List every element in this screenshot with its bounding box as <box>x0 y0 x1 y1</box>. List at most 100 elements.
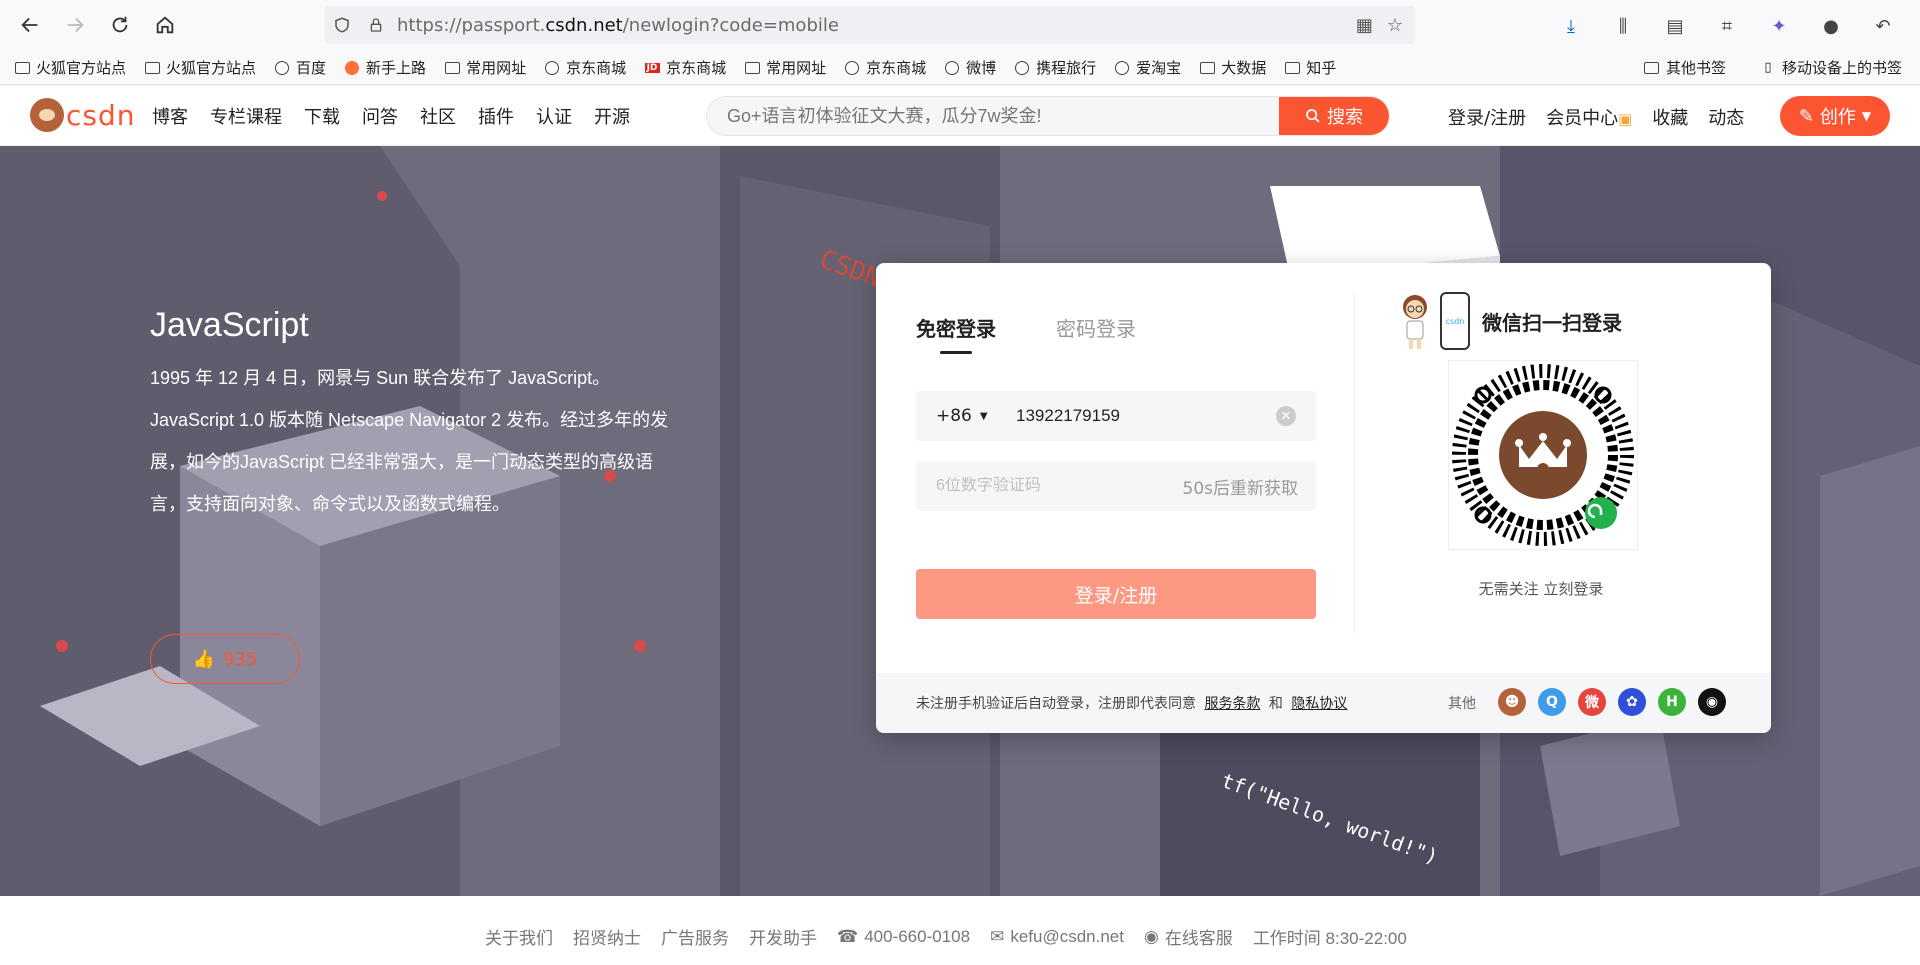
extension-ball-icon[interactable]: ● <box>1815 10 1847 42</box>
page-footer: 关于我们 招贤纳士 广告服务 开发助手 ☎ 400-660-0108 ✉ kefu@… <box>0 896 1920 965</box>
nav-download[interactable]: 下载 <box>304 103 340 129</box>
footer-about[interactable]: 关于我们 <box>485 924 553 949</box>
logo-text: csdn <box>66 98 136 132</box>
footer-online-service[interactable]: ◉ 在线客服 <box>1144 924 1233 949</box>
bookmark-item[interactable]: 百度 <box>274 57 326 78</box>
footer-ads[interactable]: 广告服务 <box>661 924 729 949</box>
baidu-login-icon[interactable]: ✿ <box>1618 688 1646 716</box>
globe-icon <box>274 60 290 75</box>
huawei-login-icon[interactable]: H <box>1658 688 1686 716</box>
search-input[interactable] <box>707 97 1267 135</box>
bookmark-item[interactable]: 微博 <box>944 57 996 78</box>
search-button-label: 搜索 <box>1327 107 1363 128</box>
bookmark-item[interactable]: JD 京东商城 <box>644 57 726 78</box>
favorites-link[interactable]: 收藏 <box>1652 104 1688 130</box>
activity-link[interactable]: 动态 <box>1708 104 1744 130</box>
nav-community[interactable]: 社区 <box>420 103 456 129</box>
bookmark-mobile[interactable]: ▯ 移动设备上的书签 <box>1760 57 1902 78</box>
resend-countdown[interactable]: 50s后重新获取 <box>1183 474 1299 499</box>
bookmark-item[interactable]: 知乎 <box>1284 57 1336 78</box>
nav-courses[interactable]: 专栏课程 <box>210 103 282 129</box>
privacy-link[interactable]: 隐私协议 <box>1291 696 1347 712</box>
tab-sms-login[interactable]: 免密登录 <box>916 313 996 354</box>
nav-qa[interactable]: 问答 <box>362 103 398 129</box>
bookmark-other[interactable]: 其他书签 <box>1644 57 1726 78</box>
globe-icon <box>1114 60 1130 75</box>
download-icon[interactable]: ⤓ <box>1555 10 1587 42</box>
qq-login-icon[interactable]: Q <box>1538 688 1566 716</box>
thumbs-up-icon: 👍 <box>192 648 216 670</box>
screenshot-crop-icon[interactable]: ⌗ <box>1711 10 1743 42</box>
phone-input[interactable] <box>1016 406 1266 426</box>
login-register-button[interactable]: 登录/注册 <box>916 569 1316 619</box>
folder-icon <box>14 61 30 75</box>
bookmark-item[interactable]: 火狐官方站点 <box>144 57 256 78</box>
nav-plugins[interactable]: 插件 <box>478 103 514 129</box>
weibo-login-icon[interactable]: 微 <box>1578 688 1606 716</box>
extension-icon[interactable]: ✦ <box>1763 10 1795 42</box>
gift-icon: ▣ <box>1618 110 1633 128</box>
bookmark-label: 京东商城 <box>866 59 927 77</box>
clear-icon[interactable]: ✕ <box>1276 406 1296 426</box>
top-nav: 博客 专栏课程 下载 问答 社区 插件 认证 开源 <box>152 103 630 129</box>
bookmark-item[interactable]: 携程旅行 <box>1014 57 1096 78</box>
folder-icon <box>744 61 760 75</box>
csdn-logo[interactable]: csdn <box>30 98 136 132</box>
home-icon[interactable] <box>147 7 183 43</box>
pen-icon: ✎ <box>1798 105 1814 127</box>
csdn-app-login-icon[interactable]: ☻ <box>1498 688 1526 716</box>
chat-icon: ◉ <box>1143 926 1159 946</box>
back-icon[interactable] <box>12 7 48 43</box>
bookmark-label: 微博 <box>966 59 997 77</box>
reload-icon[interactable] <box>102 7 138 43</box>
footer-email[interactable]: ✉ kefu@csdn.net <box>990 924 1124 949</box>
github-login-icon[interactable]: ◉ <box>1698 688 1726 716</box>
firefox-icon <box>344 60 360 75</box>
bookmark-item[interactable]: 爱淘宝 <box>1114 57 1181 78</box>
bookmark-label: 百度 <box>296 59 327 77</box>
bookmark-item[interactable]: 火狐官方站点 <box>14 57 126 78</box>
footer-hours: 工作时间 8:30-22:00 <box>1252 929 1407 948</box>
undo-icon[interactable]: ↶ <box>1867 10 1899 42</box>
search-button[interactable]: 搜索 <box>1279 97 1389 135</box>
country-code-select[interactable]: +86 ▼ <box>916 406 1016 426</box>
lock-icon[interactable] <box>359 16 393 34</box>
shield-icon[interactable] <box>325 16 359 34</box>
bookmark-label: 火狐官方站点 <box>36 59 127 77</box>
like-count: 935 <box>223 648 258 670</box>
create-button[interactable]: ✎ 创作 ▼ <box>1780 96 1890 136</box>
footer-phone[interactable]: ☎ 400-660-0108 <box>837 924 970 949</box>
vip-center-link[interactable]: 会员中心▣ <box>1546 104 1632 130</box>
nav-certification[interactable]: 认证 <box>536 103 572 129</box>
qr-code-icon[interactable]: ▦ <box>1356 15 1373 36</box>
forward-icon[interactable] <box>57 7 93 43</box>
bookmark-item[interactable]: 大数据 <box>1199 57 1266 78</box>
search-box: 搜索 <box>706 96 1390 136</box>
address-bar[interactable]: https://passport.csdn.net/newlogin?code=… <box>325 6 1415 44</box>
nav-opensource[interactable]: 开源 <box>594 103 630 129</box>
sidebar-icon[interactable]: ▤ <box>1659 10 1691 42</box>
like-button[interactable]: 👍 935 <box>150 634 300 684</box>
bookmark-label: 新手上路 <box>366 59 427 77</box>
bookmark-item[interactable]: 新手上路 <box>344 57 426 78</box>
bookmark-item[interactable]: 常用网址 <box>744 57 826 78</box>
bookmark-item[interactable]: 京东商城 <box>544 57 626 78</box>
tab-password-login[interactable]: 密码登录 <box>1056 313 1136 354</box>
bookmark-label: 京东商城 <box>566 59 627 77</box>
agreement-text: 未注册手机验证后自动登录，注册即代表同意 服务条款 和 隐私协议 <box>916 693 1351 713</box>
footer-jobs[interactable]: 招贤纳士 <box>573 924 641 949</box>
verification-code-input[interactable] <box>916 477 1156 495</box>
bookmark-label: 常用网址 <box>466 59 527 77</box>
bookmark-star-icon[interactable]: ☆ <box>1387 15 1403 36</box>
login-register-link[interactable]: 登录/注册 <box>1448 104 1526 130</box>
nav-blog[interactable]: 博客 <box>152 103 188 129</box>
bookmark-item[interactable]: 京东商城 <box>844 57 926 78</box>
country-code-value: +86 <box>936 406 972 426</box>
phone-field: +86 ▼ ✕ <box>916 391 1316 441</box>
terms-link[interactable]: 服务条款 <box>1204 696 1260 712</box>
and-text: 和 <box>1268 696 1283 712</box>
library-icon[interactable]: ⫼ <box>1607 10 1639 42</box>
bookmark-item[interactable]: 常用网址 <box>444 57 526 78</box>
hero-text: JavaScript 1995 年 12 月 4 日，网景与 Sun 联合发布了… <box>150 306 680 525</box>
footer-dev-helper[interactable]: 开发助手 <box>749 924 817 949</box>
